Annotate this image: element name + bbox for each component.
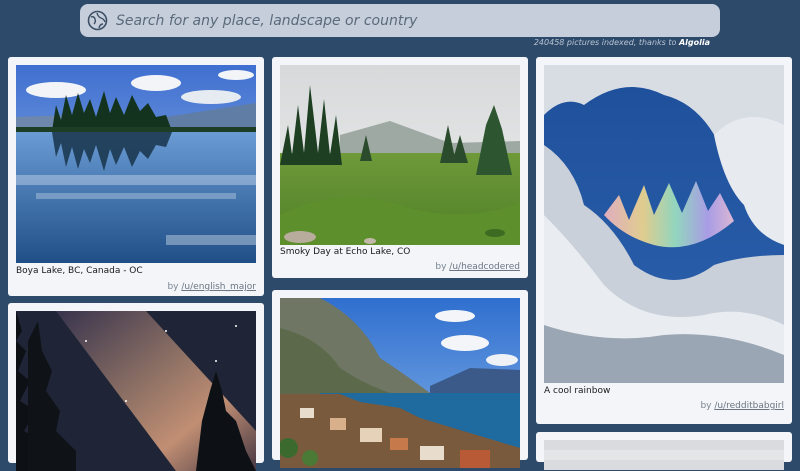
- photo-caption: Boya Lake, BC, Canada - OC: [16, 266, 143, 276]
- index-source: Algolia: [678, 38, 710, 47]
- photo-card[interactable]: Smoky Day at Echo Lake, CO by /u/headcod…: [272, 57, 528, 278]
- author-link[interactable]: /u/redditbabgirl: [714, 401, 784, 411]
- photo-card[interactable]: Boya Lake, BC, Canada - OC by /u/english…: [8, 57, 264, 296]
- photo[interactable]: [544, 440, 784, 470]
- photo-credit: by /u/redditbabgirl: [700, 401, 784, 411]
- photo-card[interactable]: [272, 290, 528, 468]
- index-note: 240458 pictures indexed, thanks to Algol…: [534, 38, 710, 47]
- photo-caption: Smoky Day at Echo Lake, CO: [280, 247, 411, 257]
- index-count: 240458 pictures indexed, thanks to: [533, 38, 677, 47]
- search-bar[interactable]: [80, 4, 720, 37]
- credit-by: by: [435, 262, 447, 272]
- photo[interactable]: [544, 65, 784, 383]
- photo-card[interactable]: A cool rainbow by /u/redditbabgirl: [536, 57, 792, 424]
- search-input[interactable]: [114, 8, 706, 33]
- photo-caption: A cool rainbow: [544, 386, 611, 396]
- photo[interactable]: [280, 65, 520, 245]
- photo-card[interactable]: [8, 303, 264, 471]
- author-link[interactable]: /u/english_major: [181, 282, 256, 292]
- credit-by: by: [700, 401, 712, 411]
- photo-credit: by /u/headcodered: [435, 262, 520, 272]
- photo-credit: by /u/english_major: [167, 282, 256, 292]
- globe-icon: [87, 10, 108, 31]
- author-link[interactable]: /u/headcodered: [449, 262, 520, 272]
- credit-by: by: [167, 282, 179, 292]
- photo[interactable]: [280, 298, 520, 468]
- photo[interactable]: [16, 65, 256, 263]
- photo[interactable]: [16, 311, 256, 471]
- photo-card[interactable]: [536, 432, 792, 470]
